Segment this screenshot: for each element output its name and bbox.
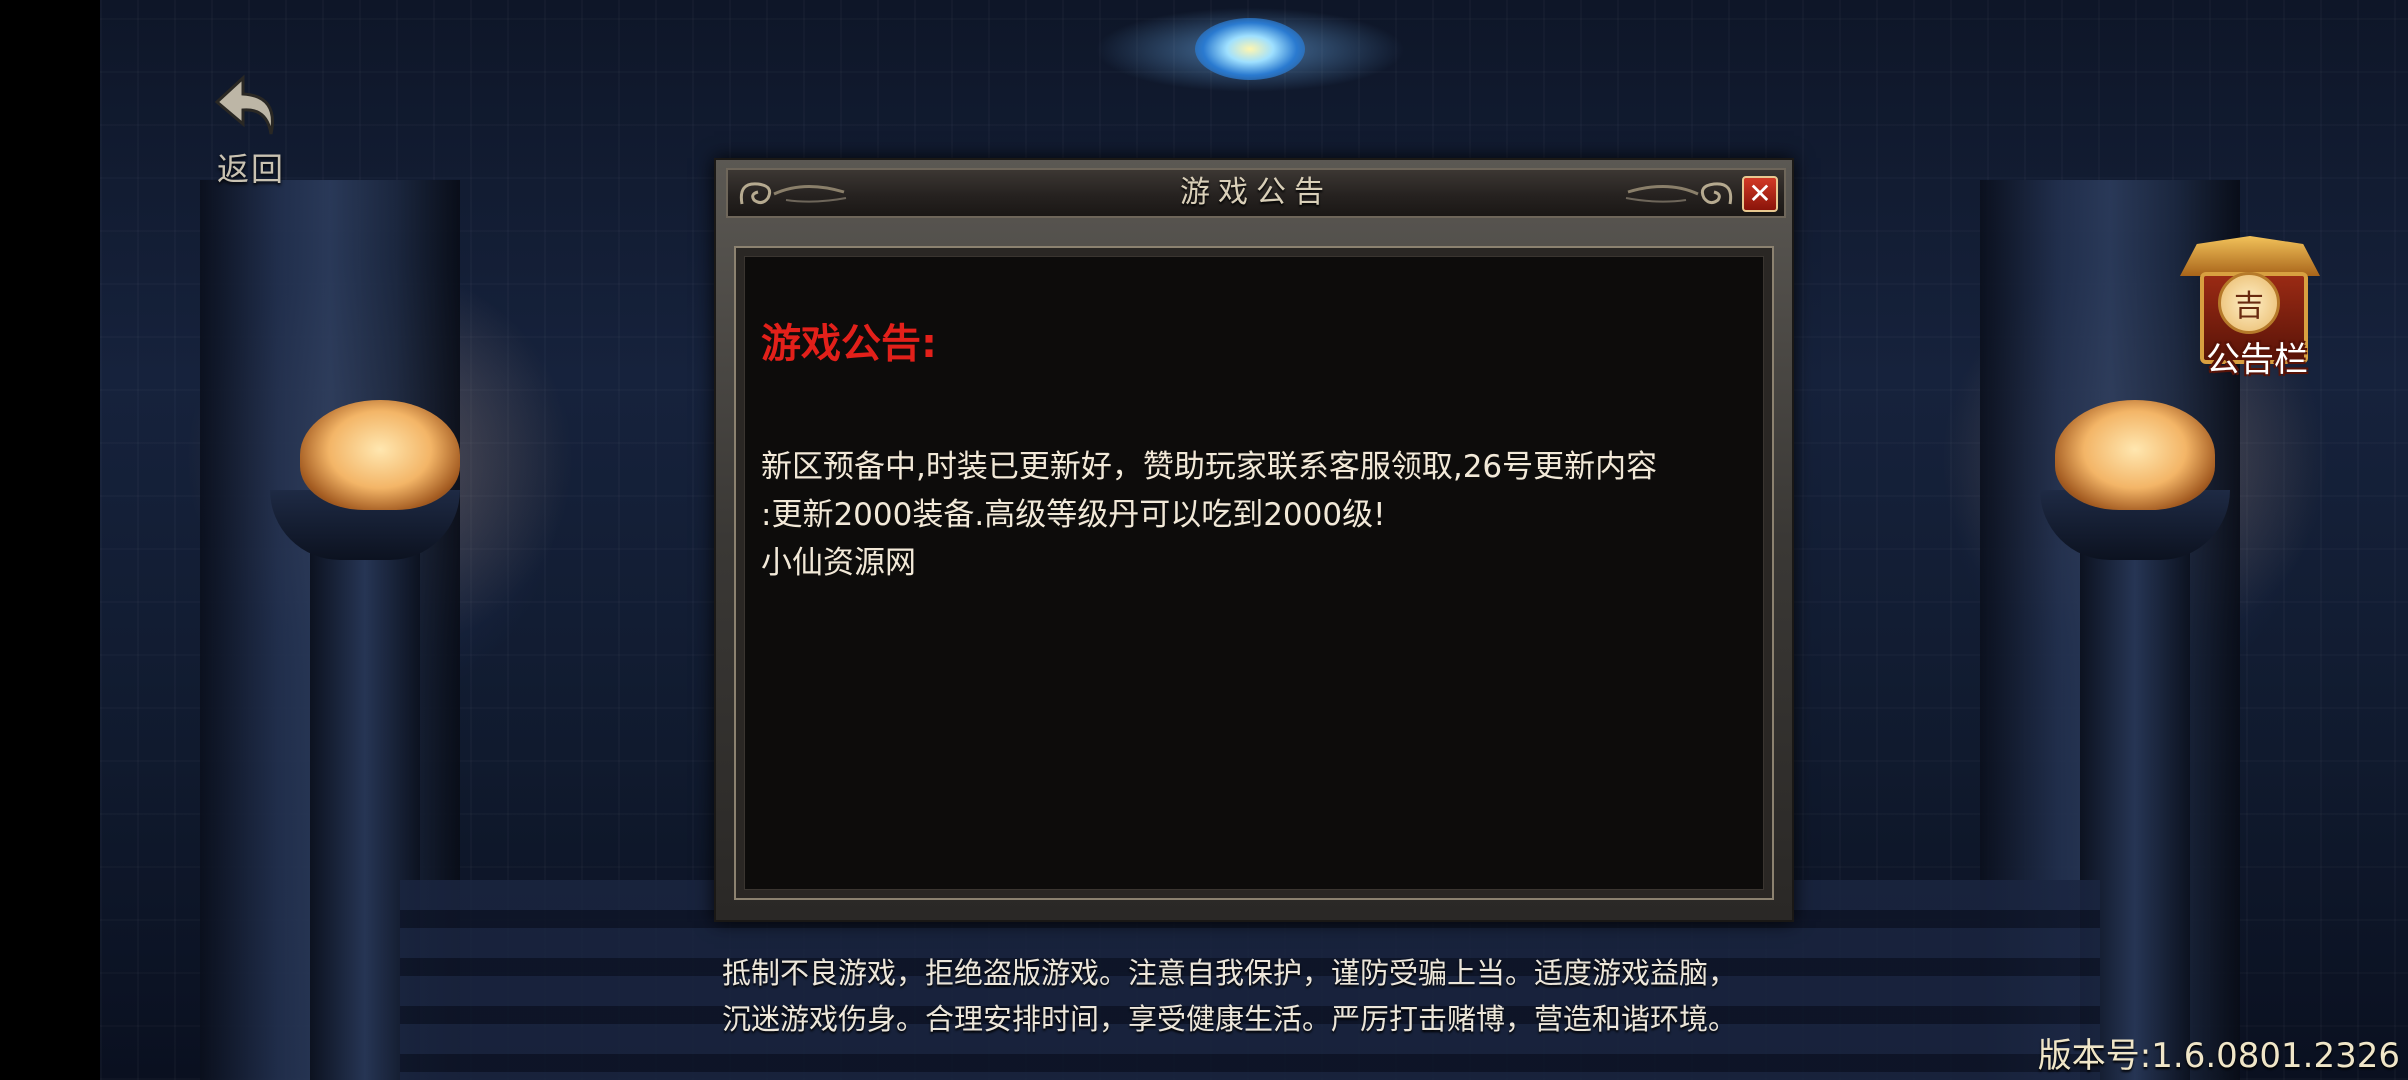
health-notice-line: 抵制不良游戏，拒绝盗版游戏。注意自我保护，谨防受骗上当。适度游戏益脑， — [722, 956, 1738, 990]
ceiling-gem-light — [1195, 18, 1305, 80]
notice-board-button[interactable]: 吉 公告栏 — [2172, 228, 2332, 380]
announcement-line: 小仙资源网 — [761, 545, 916, 581]
health-gaming-notice: 抵制不良游戏，拒绝盗版游戏。注意自我保护，谨防受骗上当。适度游戏益脑， 沉迷游戏… — [722, 950, 1822, 1042]
version-number: 版本号:1.6.0801.2326 — [2037, 1036, 2400, 1076]
back-arrow-icon — [214, 74, 274, 135]
close-button[interactable]: ✕ — [1742, 176, 1778, 212]
health-notice-line: 沉迷游戏伤身。合理安排时间，享受健康生活。严厉打击赌博，营造和谐环境。 — [722, 1002, 1738, 1036]
announcement-body: 新区预备中,时装已更新好，赞助玩家联系客服领取,26号更新内容 :更新2000装… — [761, 443, 1741, 587]
right-lamp — [2055, 400, 2215, 510]
left-lamp — [300, 400, 460, 510]
back-button[interactable]: 返回 — [205, 72, 295, 192]
content-frame: 游戏公告: 新区预备中,时装已更新好，赞助玩家联系客服领取,26号更新内容 :更… — [734, 246, 1774, 900]
dialog-titlebar: 游戏公告 ✕ — [726, 168, 1786, 218]
pavilion-roof-icon — [2180, 236, 2320, 276]
back-label: 返回 — [217, 150, 286, 188]
notice-board-label: 公告栏 — [2206, 340, 2308, 380]
left-black-bar — [0, 0, 100, 1080]
announcement-line: 新区预备中,时装已更新好，赞助玩家联系客服领取,26号更新内容 — [761, 449, 1658, 485]
scroll-ornament-icon — [1625, 182, 1733, 205]
seal-char: 吉 — [2234, 289, 2264, 324]
announcement-heading: 游戏公告: — [761, 321, 937, 367]
announcement-dialog: 游戏公告 ✕ 游戏公告: 新区预备中,时装已更新好，赞助玩家联系客服领取,26号… — [714, 158, 1794, 922]
game-screen: 返回 吉 公告栏 游戏公告 ✕ 游戏公告: 新区预备中,时装已更新好，赞助玩家联… — [0, 0, 2408, 1080]
close-icon: ✕ — [1748, 177, 1772, 210]
announcement-content[interactable]: 游戏公告: 新区预备中,时装已更新好，赞助玩家联系客服领取,26号更新内容 :更… — [744, 256, 1764, 890]
announcement-line: :更新2000装备.高级等级丹可以吃到2000级! — [761, 497, 1386, 533]
lucky-seal-icon: 吉 — [2218, 272, 2280, 334]
